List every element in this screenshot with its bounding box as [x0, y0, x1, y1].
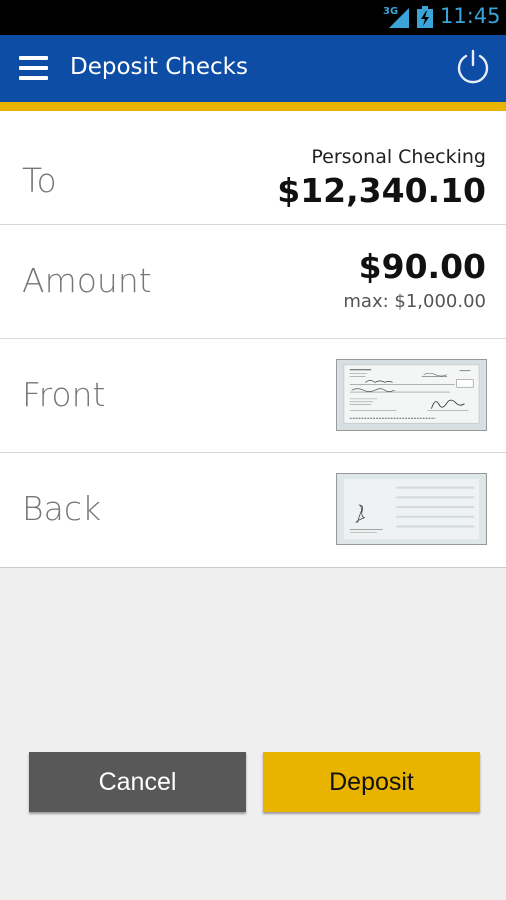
- check-front-thumbnail[interactable]: [336, 359, 487, 431]
- back-label: Back: [22, 489, 102, 528]
- power-icon[interactable]: [455, 49, 491, 85]
- front-image-row[interactable]: Front: [0, 339, 506, 453]
- check-back-thumbnail[interactable]: [336, 473, 487, 545]
- amount-max: max: $1,000.00: [343, 291, 486, 312]
- account-balance: $12,340.10: [277, 171, 486, 210]
- app-bar: Deposit Checks: [0, 35, 506, 111]
- clock: 11:45: [440, 4, 501, 28]
- signal-icon: [389, 8, 409, 28]
- menu-icon[interactable]: [19, 56, 48, 80]
- to-label: To: [22, 161, 57, 200]
- battery-charging-icon: [417, 6, 433, 28]
- amount-label: Amount: [22, 261, 152, 300]
- front-label: Front: [22, 375, 106, 414]
- back-image-row[interactable]: Back: [0, 453, 506, 567]
- status-bar: 3G 11:45: [0, 0, 506, 35]
- page-title: Deposit Checks: [70, 54, 248, 80]
- deposit-form: To Personal Checking $12,340.10 Amount $…: [0, 111, 506, 568]
- to-account-row[interactable]: To Personal Checking $12,340.10: [0, 111, 506, 225]
- cancel-button[interactable]: Cancel: [29, 752, 246, 812]
- accent-bar: [0, 102, 506, 111]
- account-name: Personal Checking: [311, 146, 486, 168]
- amount-value: $90.00: [358, 247, 486, 286]
- deposit-button[interactable]: Deposit: [263, 752, 480, 812]
- amount-row[interactable]: Amount $90.00 max: $1,000.00: [0, 225, 506, 339]
